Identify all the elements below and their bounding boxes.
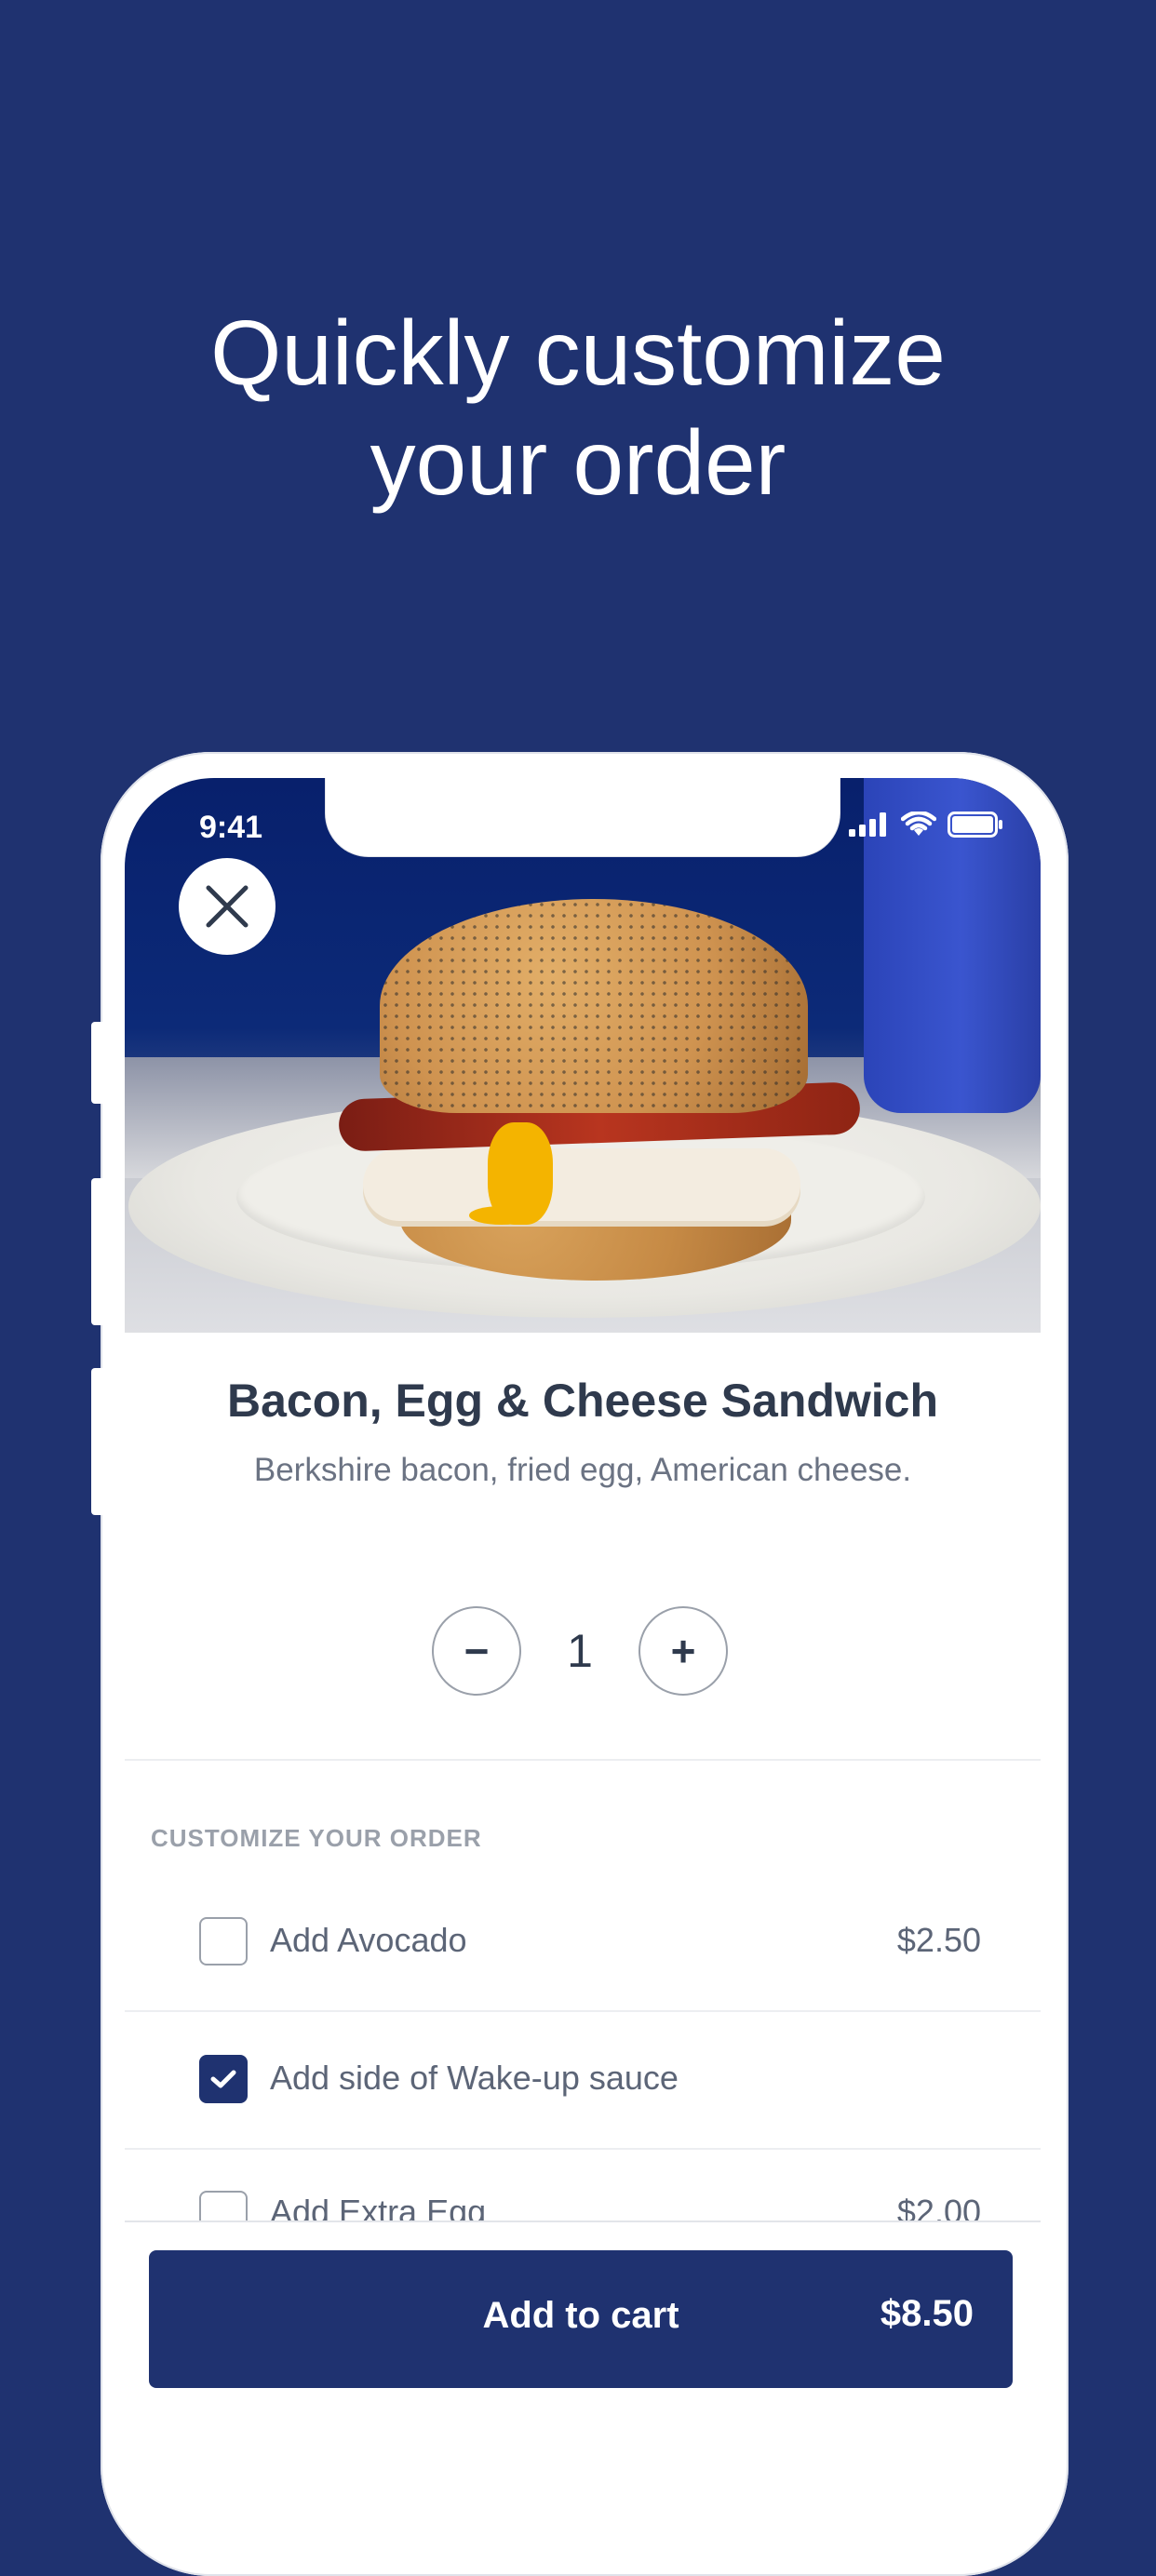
headline-line-1: Quickly customize xyxy=(210,302,946,404)
headline-line-2: your order xyxy=(370,411,786,514)
poppy-seeds xyxy=(380,899,808,1113)
phone-mute-switch xyxy=(91,1022,102,1104)
cart-total: $8.50 xyxy=(880,2293,974,2334)
phone-volume-down xyxy=(91,1368,102,1515)
product-description: Berkshire bacon, fried egg, American che… xyxy=(253,1452,912,1488)
wake-up-sauce-checkbox[interactable] xyxy=(199,2055,248,2103)
add-to-cart-button[interactable]: Add to cart $8.50 xyxy=(149,2250,1013,2388)
quantity-value: 1 xyxy=(567,1625,593,1677)
close-button[interactable] xyxy=(179,858,276,955)
option-wake-up-sauce[interactable]: Add side of Wake-up sauce xyxy=(125,2012,1041,2150)
option-label: Add side of Wake-up sauce xyxy=(270,2059,679,2097)
battery-icon xyxy=(948,812,1002,838)
headline: Quickly customize your order xyxy=(0,298,1156,517)
increase-quantity-button[interactable]: + xyxy=(638,1606,728,1696)
quantity-stepper: − 1 + xyxy=(432,1606,728,1696)
phone-notch xyxy=(326,778,840,856)
signal-icon xyxy=(849,812,886,837)
product-title: Bacon, Egg & Cheese Sandwich xyxy=(226,1375,939,1427)
status-time: 9:41 xyxy=(199,810,263,845)
close-icon xyxy=(206,885,249,928)
phone-volume-up xyxy=(91,1178,102,1325)
decrease-quantity-button[interactable]: − xyxy=(432,1606,521,1696)
egg-yolk-drip xyxy=(469,1206,534,1225)
phone-screen: 9:41 Bacon, Egg & Cheese Sandwich Berksh… xyxy=(125,778,1041,2528)
status-icons xyxy=(849,812,1003,838)
avocado-checkbox[interactable] xyxy=(199,1917,248,1966)
option-price: $2.50 xyxy=(896,1921,981,1959)
product-image xyxy=(125,778,1041,1333)
cheese-layer xyxy=(363,1148,800,1221)
wifi-icon xyxy=(901,812,936,836)
option-avocado[interactable]: Add Avocado $2.50 xyxy=(125,1872,1041,2010)
checkmark-icon xyxy=(210,2070,236,2088)
bottom-bar: Add to cart $8.50 xyxy=(125,2220,1041,2528)
section-divider xyxy=(125,1759,1041,1761)
customize-section-label: CUSTOMIZE YOUR ORDER xyxy=(151,1824,482,1852)
option-label: Add Avocado xyxy=(270,1921,467,1959)
